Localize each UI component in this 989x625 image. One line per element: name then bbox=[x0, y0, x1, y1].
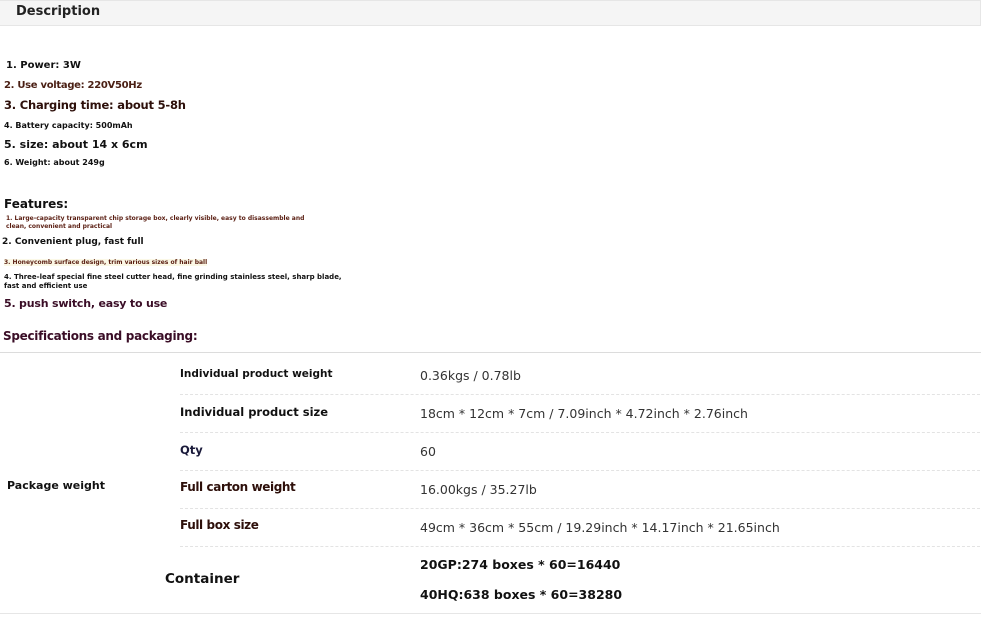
row-divider bbox=[180, 394, 980, 395]
spec-size: 5. size: about 14 x 6cm bbox=[4, 138, 148, 151]
description-title: Description bbox=[16, 4, 101, 19]
spec-battery-capacity: 4. Battery capacity: 500mAh bbox=[4, 121, 133, 130]
row-value: 49cm * 36cm * 55cm / 19.29inch * 14.17in… bbox=[420, 520, 780, 535]
row-value: 0.36kgs / 0.78lb bbox=[420, 368, 521, 383]
row-label: Individual product weight bbox=[180, 368, 333, 380]
row-label: Individual product size bbox=[180, 405, 329, 419]
feature-item: 2. Convenient plug, fast full bbox=[2, 237, 144, 247]
table-bottom-divider bbox=[0, 613, 981, 614]
table-top-divider bbox=[0, 352, 981, 353]
features-title: Features: bbox=[4, 197, 69, 211]
row-divider bbox=[180, 508, 980, 509]
packaging-title: Specifications and packaging: bbox=[3, 329, 198, 343]
spec-weight: 6. Weight: about 249g bbox=[4, 158, 105, 167]
container-label: Container bbox=[165, 571, 240, 587]
container-value-40hq: 40HQ:638 boxes * 60=38280 bbox=[420, 587, 623, 602]
row-value: 16.00kgs / 35.27lb bbox=[420, 482, 537, 497]
description-header: Description bbox=[0, 0, 981, 26]
row-divider bbox=[180, 432, 980, 433]
feature-item: 1. Large-capacity transparent chip stora… bbox=[6, 215, 305, 230]
spec-power: 1. Power: 3W bbox=[6, 60, 81, 71]
package-weight-label: Package weight bbox=[7, 479, 105, 492]
feature-item: 4. Three-leaf special fine steel cutter … bbox=[4, 273, 342, 290]
feature-item: 3. Honeycomb surface design, trim variou… bbox=[4, 259, 208, 266]
spec-charging-time: 3. Charging time: about 5-8h bbox=[4, 98, 186, 112]
row-label: Full box size bbox=[180, 518, 259, 532]
container-value-20gp: 20GP:274 boxes * 60=16440 bbox=[420, 557, 621, 572]
row-value: 60 bbox=[420, 444, 436, 459]
row-value: 18cm * 12cm * 7cm / 7.09inch * 4.72inch … bbox=[420, 406, 748, 421]
spec-voltage: 2. Use voltage: 220V50Hz bbox=[4, 80, 142, 91]
row-label: Qty bbox=[180, 443, 203, 457]
row-divider bbox=[180, 546, 980, 547]
feature-item: 5. push switch, easy to use bbox=[4, 297, 168, 310]
row-divider bbox=[180, 470, 980, 471]
row-label: Full carton weight bbox=[180, 480, 296, 494]
